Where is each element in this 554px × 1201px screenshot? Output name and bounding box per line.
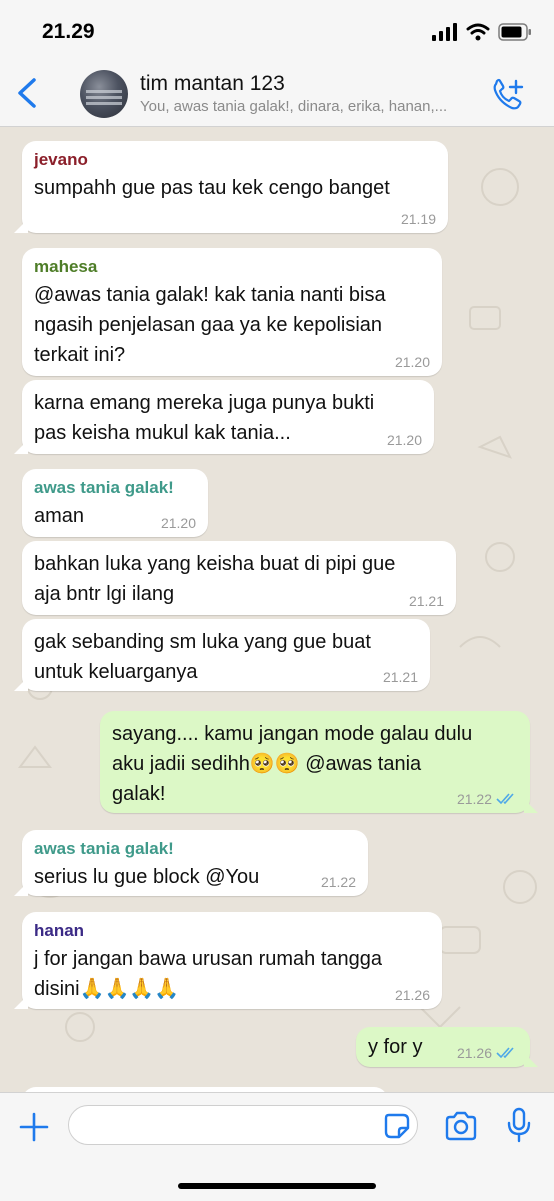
- chat-area[interactable]: jevano sumpahh gue pas tau kek cengo ban…: [0, 127, 554, 1092]
- sender-name: jevano: [34, 150, 88, 169]
- message-bubble[interactable]: bahkan luka yang keisha buat di pipi gue…: [22, 541, 456, 615]
- message-bubble[interactable]: hanan j for jangan bawa urusan rumah tan…: [14, 912, 442, 1009]
- camera-button[interactable]: [444, 1111, 478, 1141]
- message-bubble[interactable]: awas tania galak! serius lu gue block @Y…: [14, 830, 368, 896]
- chat-header: tim mantan 123 You, awas tania galak!, d…: [0, 60, 554, 127]
- message-bubble[interactable]: jevano sumpahh gue pas tau kek cengo ban…: [14, 141, 448, 233]
- message-bubble[interactable]: mahesa @awas tania galak! kak tania nant…: [22, 248, 442, 376]
- plus-icon: [19, 1112, 49, 1142]
- message-input[interactable]: [68, 1105, 418, 1145]
- chevron-left-icon: [18, 78, 36, 108]
- add-call-button[interactable]: [490, 78, 526, 112]
- group-name[interactable]: tim mantan 123: [140, 72, 285, 96]
- message-text: serius lu gue block @You: [34, 866, 260, 888]
- attach-button[interactable]: [18, 1111, 50, 1143]
- add-call-icon: [493, 78, 524, 110]
- message-text: gak sebanding sm luka yang gue buat untu…: [34, 631, 371, 683]
- microphone-button[interactable]: [506, 1107, 532, 1143]
- message-time: 21.22: [456, 791, 492, 807]
- message-text: @awas tania galak! kak tania nanti bisa …: [34, 284, 386, 366]
- message-time: 21.20: [386, 432, 422, 448]
- message-text: bahkan luka yang keisha buat di pipi gue…: [34, 553, 396, 605]
- sticker-button[interactable]: [384, 1113, 410, 1139]
- message-time: 21.21: [382, 669, 418, 685]
- message-text: j for jangan bawa urusan rumah tangga di…: [34, 948, 383, 1000]
- double-check-icon: [496, 793, 514, 805]
- microphone-icon: [507, 1107, 531, 1143]
- group-avatar[interactable]: [80, 70, 128, 118]
- sender-name: mahesa: [34, 257, 98, 276]
- group-members[interactable]: You, awas tania galak!, dinara, erika, h…: [140, 98, 490, 115]
- home-indicator: [178, 1183, 376, 1189]
- sender-name: hanan: [34, 921, 85, 940]
- message-bubble[interactable]: karna emang mereka juga punya bukti pas …: [14, 380, 434, 454]
- double-check-icon: [496, 1047, 514, 1059]
- status-time: 21.29: [42, 20, 95, 43]
- message-bubble[interactable]: gak sebanding sm luka yang gue buat untu…: [14, 619, 430, 691]
- wifi-icon: [466, 23, 490, 41]
- input-bar: [0, 1092, 554, 1201]
- message-time: 21.20: [394, 354, 430, 370]
- message-text: karna emang mereka juga punya bukti pas …: [34, 392, 375, 444]
- message-time: 21.26: [394, 987, 430, 1003]
- back-button[interactable]: [12, 76, 42, 110]
- message-time: 21.26: [456, 1045, 492, 1061]
- message-bubble-outgoing[interactable]: y for y 21.26: [356, 1027, 538, 1067]
- sticker-icon: [384, 1113, 410, 1139]
- sender-name: awas tania galak!: [34, 478, 174, 497]
- message-text: sumpahh gue pas tau kek cengo banget: [34, 177, 390, 199]
- message-time: 21.22: [320, 874, 356, 890]
- signal-icon: [432, 23, 457, 41]
- battery-icon: [498, 23, 531, 41]
- message-bubble[interactable]: awas tania galak! aman 21.20: [22, 469, 208, 537]
- sender-name: awas tania galak!: [34, 839, 174, 858]
- message-time: 21.19: [400, 211, 436, 227]
- status-bar: 21.29: [0, 0, 554, 60]
- camera-icon: [445, 1111, 477, 1141]
- message-bubble-outgoing[interactable]: sayang.... kamu jangan mode galau dulu a…: [100, 711, 538, 813]
- message-time: 21.21: [408, 593, 444, 609]
- message-time: 21.20: [160, 515, 196, 531]
- status-icons: [432, 22, 532, 42]
